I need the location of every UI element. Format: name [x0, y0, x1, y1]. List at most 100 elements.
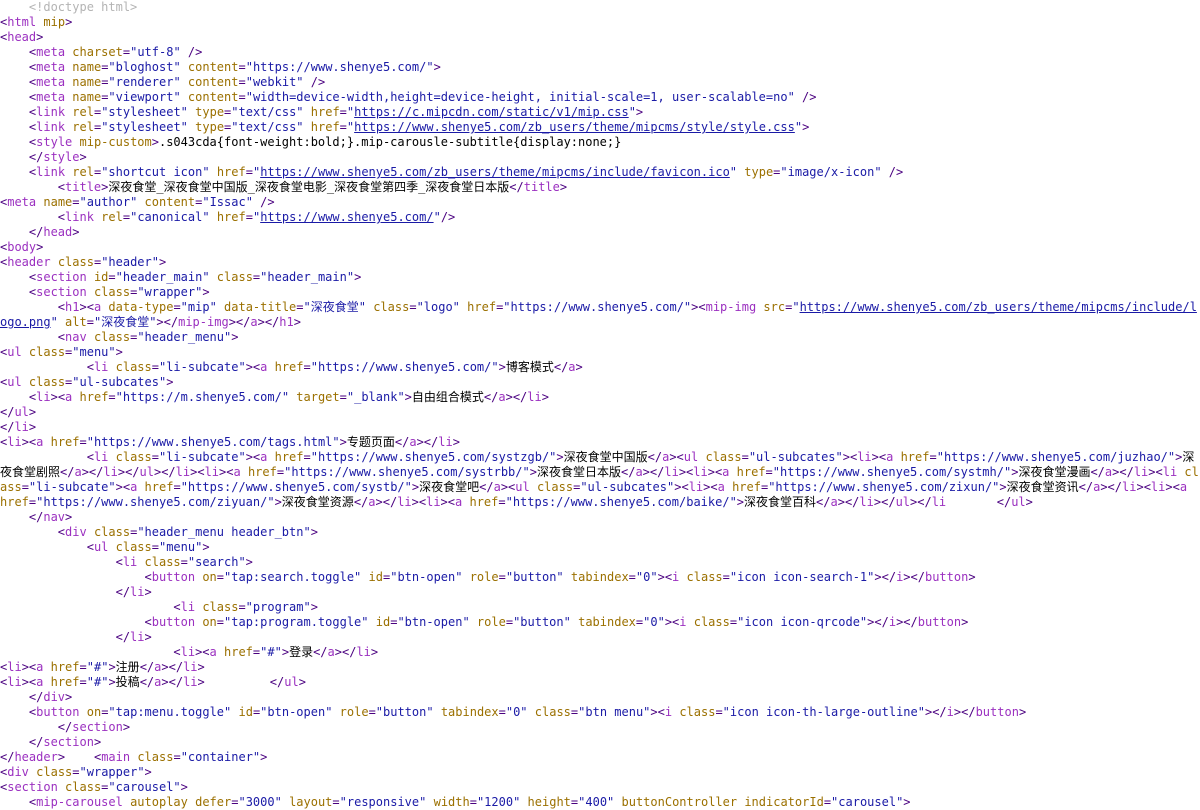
punctuation-token: >< [219, 465, 234, 479]
source-line: <head> [0, 30, 1200, 45]
style-body-token: .s043cda{font-weight:bold;}.mip-carousle… [158, 135, 622, 149]
source-link[interactable]: https://c.mipcdn.com/static/v1/mip.css [354, 105, 629, 119]
punctuation-token: = [238, 75, 246, 89]
attribute-value-token: "1200" [476, 795, 521, 809]
tag-name-token: button [36, 705, 80, 719]
tag-name-token: ul [683, 450, 699, 464]
punctuation-token: </ [479, 480, 494, 494]
attribute-name-token: rel [72, 120, 94, 134]
attribute-name-token: id [368, 570, 383, 584]
punctuation-token: > [166, 375, 174, 389]
attribute-value-token: "tap:menu.toggle" [108, 705, 232, 719]
attribute-name-token: role [469, 570, 499, 584]
attribute-value-token: "https://www.shenye5.com/zixun/" [768, 480, 1000, 494]
tag-name-token: li [426, 495, 441, 509]
text-node-token: 深夜食堂日本版 [536, 465, 621, 479]
tag-name-token: section [43, 735, 94, 749]
attribute-name-token: on [86, 705, 102, 719]
punctuation-token: >< [1136, 480, 1151, 494]
tag-name-token: meta [7, 195, 37, 209]
punctuation-token: = [339, 390, 347, 404]
text-node-token: 博客模式 [505, 360, 554, 374]
tag-name-token: li [7, 435, 22, 449]
tag-name-token: button [975, 705, 1019, 719]
tag-name-token: li [931, 495, 947, 509]
punctuation-token: = [469, 795, 477, 809]
attribute-value-token: " [433, 210, 441, 224]
punctuation-token: > [197, 660, 205, 674]
attribute-value-token: " [50, 315, 58, 329]
attribute-value-token: "webkit" [245, 75, 304, 89]
punctuation-token: > [28, 405, 37, 419]
source-line: <mip-carousel autoplay defer="3000" layo… [0, 795, 1200, 810]
punctuation-token: </ [28, 735, 44, 749]
punctuation-token: < [173, 600, 181, 614]
tag-name-token: li [180, 645, 196, 659]
attribute-value-token: "carousel" [831, 795, 904, 809]
source-line: </ul> [0, 405, 1200, 420]
attribute-value-token: "shortcut icon" [101, 165, 210, 179]
tag-name-token: li [356, 645, 371, 659]
punctuation-token: < [57, 210, 66, 224]
punctuation-token: > [354, 270, 362, 284]
attribute-name-token: id [93, 270, 109, 284]
punctuation-token: = [498, 570, 506, 584]
attribute-name-token: href [144, 480, 174, 494]
tag-name-token: a [74, 465, 82, 479]
attribute-name-token: class [686, 570, 723, 584]
tag-name-token: i [664, 705, 673, 719]
attribute-name-token: href [79, 390, 109, 404]
source-link[interactable]: https://www.shenye5.com/zb_users/theme/m… [260, 165, 730, 179]
punctuation-token: = [79, 660, 87, 674]
source-link[interactable]: https://www.shenye5.com/ [260, 210, 433, 224]
tag-name-token: meta [36, 60, 66, 74]
attribute-name-token: height [527, 795, 571, 809]
source-link[interactable]: https://www.shenye5.com/zb_users/theme/m… [354, 120, 795, 134]
punctuation-token: /> [260, 195, 275, 209]
attribute-value-token: "menu" [72, 345, 116, 359]
source-line: <div class="wrapper"> [0, 765, 1200, 780]
source-code-viewer[interactable]: <!doctype html> <html mip> <head> <meta ch… [0, 0, 1200, 810]
attribute-value-token: "Issac" [202, 195, 253, 209]
attribute-name-token: class [93, 525, 131, 539]
tag-name-token: ul [93, 540, 109, 554]
attribute-name-token: href [50, 675, 80, 689]
punctuation-token: = [108, 390, 116, 404]
punctuation-token: </ [816, 495, 831, 509]
punctuation-token: >< [691, 300, 706, 314]
punctuation-token: < [86, 450, 94, 464]
punctuation-token: = [108, 270, 116, 284]
tag-name-token: a [409, 435, 417, 449]
attribute-name-token: alt [65, 315, 87, 329]
tag-name-token: nav [43, 510, 66, 524]
punctuation-token: ></ [874, 570, 897, 584]
source-line: <link rel="canonical" href="https://www.… [0, 210, 1200, 225]
punctuation-token: < [173, 645, 181, 659]
tag-name-token: li [183, 660, 198, 674]
attribute-name-token: type [195, 105, 225, 119]
punctuation-token: ></ [161, 660, 184, 674]
punctuation-token: </ [996, 495, 1012, 509]
punctuation-token: ></ [257, 315, 280, 329]
tag-name-token: li [397, 495, 412, 509]
source-line: <section class="carousel"> [0, 780, 1200, 795]
punctuation-token: > [28, 420, 37, 434]
tag-name-token: link [36, 105, 66, 119]
source-line: <body> [0, 240, 1200, 255]
punctuation-token: > [404, 390, 412, 404]
tag-name-token: main [101, 750, 131, 764]
text-node-token: 深夜食堂_深夜食堂中国版_深夜食堂电影_深夜食堂第四季_深夜食堂日本版 [108, 180, 510, 194]
